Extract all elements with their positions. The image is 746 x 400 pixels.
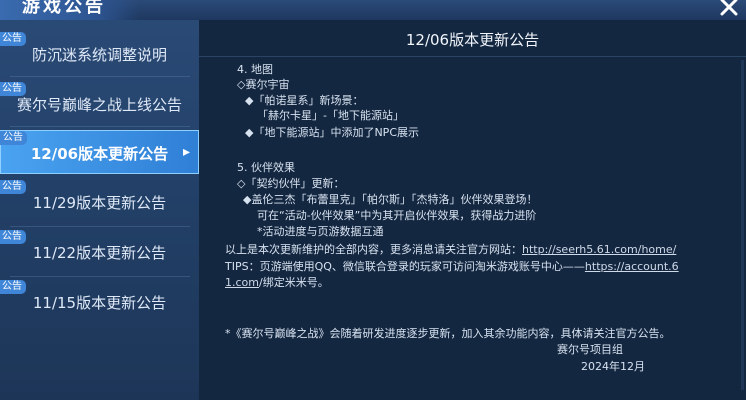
section-heading-partner: 5. 伙伴效果 bbox=[237, 161, 295, 174]
announcement-window: 游戏公告 公告 防沉迷系统调整说明 公告 赛尔号巅峰之战上线公告 公告 12/0… bbox=[0, 0, 746, 400]
tips-end: /绑定米米号。 bbox=[259, 276, 329, 289]
info-text: 以上是本次更新维护的全部内容，更多消息请关注官方网站： bbox=[225, 243, 522, 256]
content-title: 12/06版本更新公告 bbox=[405, 31, 540, 49]
partner-bullet-detail: 可在“活动-伙伴效果”中为其开启伙伴效果，获得战力进阶 bbox=[257, 209, 537, 222]
tips-line: TIPS：页游端使用QQ、微信联合登录的玩家可访问淘米游戏账号中心——https… bbox=[225, 260, 679, 274]
sidebar-item-1206-update[interactable]: 公告 12/06版本更新公告 ▸ bbox=[0, 130, 199, 174]
sidebar-item-label: 赛尔号巅峰之战上线公告 bbox=[16, 96, 182, 114]
window-header: 游戏公告 bbox=[0, 0, 746, 20]
official-site-link[interactable]: http://seerh5.61.com/home/ bbox=[522, 243, 676, 256]
info-line: 以上是本次更新维护的全部内容，更多消息请关注官方网站：http://seerh5… bbox=[225, 243, 676, 257]
closing-note: *《赛尔号巅峰之战》会随着研发进度逐步更新，加入其余功能内容，具体请关注官方公告… bbox=[225, 327, 671, 340]
partner-note: *活动进度与页游数据互通 bbox=[257, 225, 384, 238]
sidebar-item-1115-update[interactable]: 公告 11/15版本更新公告 bbox=[0, 280, 199, 324]
tips-line-cont: 1.com/绑定米米号。 bbox=[225, 276, 329, 290]
account-center-link-cont[interactable]: 1.com bbox=[225, 276, 259, 289]
partner-bullet: ◆盖伦三杰「布蕾里克」「帕尔斯」「杰特洛」伙伴效果登场！ bbox=[243, 193, 538, 206]
announcement-content: 12/06版本更新公告 4. 地图 ◇赛尔宇宙 ◆「帕诺星系」新场景： 「赫尔卡… bbox=[199, 20, 746, 400]
content-title-bar: 12/06版本更新公告 bbox=[199, 20, 746, 57]
divider bbox=[10, 76, 190, 77]
sidebar-item-1122-update[interactable]: 公告 11/22版本更新公告 bbox=[0, 230, 199, 274]
window-title: 游戏公告 bbox=[22, 0, 106, 17]
sidebar-item-label: 11/22版本更新公告 bbox=[32, 244, 167, 262]
sidebar-item-label: 11/15版本更新公告 bbox=[32, 294, 167, 312]
tips-text: TIPS：页游端使用QQ、微信联合登录的玩家可访问淘米游戏账号中心—— bbox=[225, 260, 585, 273]
map-subsection: ◇赛尔宇宙 bbox=[237, 78, 290, 91]
map-bullet-npc: ◆「地下能源站」中添加了NPC展示 bbox=[245, 126, 420, 139]
map-bullet-new-scene: ◆「帕诺星系」新场景： bbox=[245, 94, 364, 107]
sidebar-item-label: 11/29版本更新公告 bbox=[32, 194, 167, 212]
sidebar-item-label: 防沉迷系统调整说明 bbox=[31, 46, 167, 64]
scrollbar[interactable] bbox=[741, 60, 744, 390]
closing-org: 赛尔号项目组 bbox=[557, 343, 623, 356]
divider bbox=[10, 276, 190, 277]
announcement-list: 公告 防沉迷系统调整说明 公告 赛尔号巅峰之战上线公告 公告 12/06版本更新… bbox=[0, 20, 200, 400]
chevron-right-icon: ▸ bbox=[182, 144, 190, 160]
close-icon[interactable] bbox=[716, 0, 742, 20]
account-center-link[interactable]: https://account.6 bbox=[585, 260, 679, 273]
sidebar-item-peak-battle-launch[interactable]: 公告 赛尔号巅峰之战上线公告 bbox=[0, 82, 199, 126]
divider bbox=[10, 126, 190, 127]
partner-subsection: ◇「契约伙伴」更新： bbox=[237, 177, 345, 190]
map-bullet-detail: 「赫尔卡星」-「地下能源站」 bbox=[257, 109, 404, 122]
sidebar-item-label: 12/06版本更新公告 bbox=[30, 145, 169, 163]
sidebar-item-1129-update[interactable]: 公告 11/29版本更新公告 bbox=[0, 180, 199, 224]
divider bbox=[10, 226, 190, 227]
sidebar-item-anti-addiction[interactable]: 公告 防沉迷系统调整说明 bbox=[0, 32, 199, 76]
section-heading-map: 4. 地图 bbox=[237, 63, 273, 76]
closing-date: 2024年12月 bbox=[581, 360, 645, 373]
